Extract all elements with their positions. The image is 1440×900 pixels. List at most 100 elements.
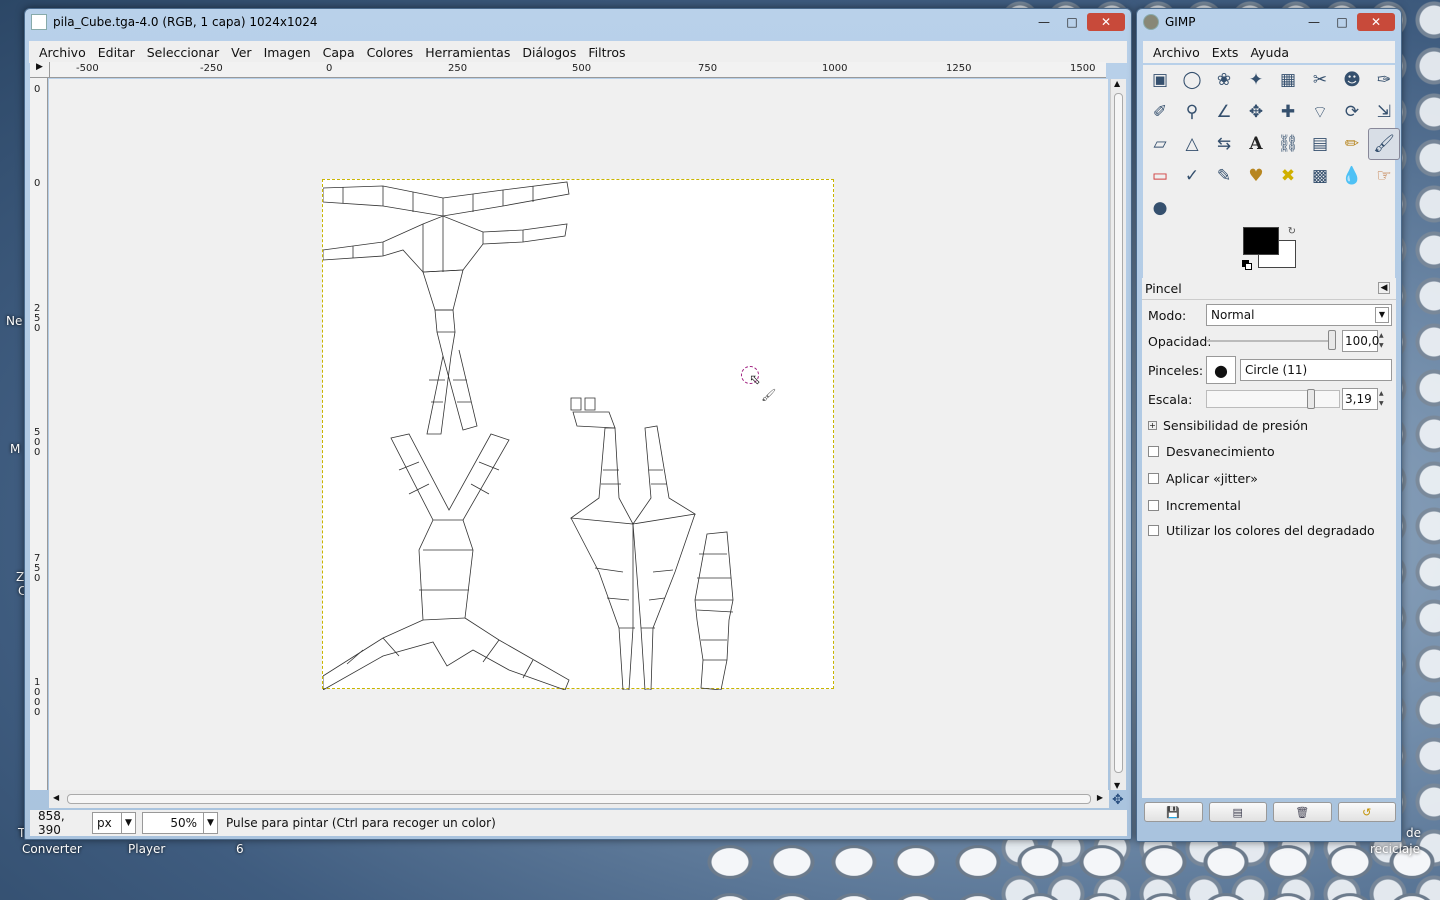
free-select-icon[interactable]: ❀ <box>1208 64 1240 96</box>
rect-select-icon[interactable]: ▣ <box>1144 64 1176 96</box>
mode-select[interactable]: Normal ▼ <box>1206 304 1392 326</box>
scissors-select-icon[interactable]: ✂ <box>1304 64 1336 96</box>
opacity-slider-knob[interactable] <box>1328 330 1336 350</box>
paths-icon[interactable]: ✑ <box>1368 64 1400 96</box>
toolbox-titlebar[interactable]: GIMP — □ ✕ <box>1137 9 1401 35</box>
align-icon[interactable]: ✚ <box>1272 96 1304 128</box>
desktop-icon-label[interactable]: Ne <box>6 314 22 328</box>
menu-filtros[interactable]: Filtros <box>588 45 625 60</box>
spin-icon[interactable]: ▲ ▼ <box>1379 389 1389 409</box>
desktop-recycle-label[interactable]: de <box>1406 826 1421 840</box>
blend-icon[interactable]: ▤ <box>1304 128 1336 160</box>
scroll-right-arrow-icon[interactable]: ▶ <box>1097 793 1103 802</box>
checkbox-icon[interactable] <box>1148 473 1159 484</box>
swap-colors-icon[interactable]: ↻ <box>1288 226 1296 237</box>
perspective-icon[interactable]: △ <box>1176 128 1208 160</box>
minimize-button[interactable]: — <box>1301 13 1327 31</box>
checkbox-icon[interactable] <box>1148 446 1159 457</box>
scale-icon[interactable]: ⇲ <box>1368 96 1400 128</box>
navigate-icon[interactable]: ✥ <box>1112 792 1124 808</box>
horizontal-scroll-thumb[interactable] <box>67 794 1091 804</box>
measure-icon[interactable]: ∠ <box>1208 96 1240 128</box>
scale-slider[interactable] <box>1206 389 1340 409</box>
scroll-up-arrow-icon[interactable]: ▲ <box>1114 79 1120 88</box>
rotate-icon[interactable]: ⟳ <box>1336 96 1368 128</box>
airbrush-icon[interactable]: ✓ <box>1176 160 1208 192</box>
color-select-icon[interactable]: ▦ <box>1272 64 1304 96</box>
scroll-down-arrow-icon[interactable]: ▼ <box>1114 781 1120 790</box>
menu-archivo[interactable]: Archivo <box>39 45 86 60</box>
vertical-scroll-thumb[interactable] <box>1114 93 1123 773</box>
vertical-scrollbar[interactable]: ▲ ▼ <box>1110 79 1126 790</box>
image-canvas[interactable]: ⬁ 🖌 <box>322 179 834 691</box>
maximize-button[interactable]: □ <box>1329 13 1355 31</box>
checkbox-icon[interactable] <box>1148 500 1159 511</box>
maximize-button[interactable]: □ <box>1059 13 1085 31</box>
unit-selector[interactable]: px ▼ <box>92 812 136 834</box>
menu-imagen[interactable]: Imagen <box>264 45 311 60</box>
scroll-left-arrow-icon[interactable]: ◀ <box>53 793 59 802</box>
menu-ayuda[interactable]: Ayuda <box>1250 45 1289 60</box>
menu-herramientas[interactable]: Herramientas <box>425 45 510 60</box>
close-button[interactable]: ✕ <box>1357 13 1395 31</box>
perspective-clone-icon[interactable]: ▩ <box>1304 160 1336 192</box>
menu-archivo[interactable]: Archivo <box>1153 45 1200 60</box>
pencil-icon[interactable]: ✏ <box>1336 128 1368 160</box>
image-window-titlebar[interactable]: pila_Cube.tga-4.0 (RGB, 1 capa) 1024x102… <box>25 9 1131 35</box>
dodge-burn-icon[interactable]: ● <box>1144 192 1176 224</box>
horizontal-ruler[interactable]: -500 -250 0 250 500 750 1000 1250 1500 <box>50 62 1106 78</box>
brush-name-field[interactable]: Circle (11) <box>1240 359 1392 381</box>
clone-icon[interactable]: ♥ <box>1240 160 1272 192</box>
reset-options-button[interactable]: ↺ <box>1337 802 1396 822</box>
eraser-icon[interactable]: ▭ <box>1144 160 1176 192</box>
save-options-button[interactable]: 💾 <box>1144 802 1203 822</box>
menu-exts[interactable]: Exts <box>1212 45 1239 60</box>
default-colors-icon[interactable] <box>1242 260 1252 270</box>
horizontal-scrollbar[interactable]: ◀ ▶ <box>49 790 1109 808</box>
checkbox-icon[interactable] <box>1148 525 1159 536</box>
vertical-ruler[interactable]: 0 0 250 500 750 1000 <box>30 78 48 790</box>
menu-seleccionar[interactable]: Seleccionar <box>147 45 219 60</box>
paintbrush-icon[interactable]: 🖌 <box>1368 128 1400 160</box>
close-button[interactable]: ✕ <box>1087 13 1125 31</box>
zoom-selector[interactable]: 50% ▼ <box>142 812 218 834</box>
desktop-recycle-label[interactable]: reciclaje <box>1370 842 1420 856</box>
checkbox-gradient-colors[interactable]: Utilizar los colores del degradado <box>1148 523 1375 538</box>
menu-dialogos[interactable]: Diálogos <box>522 45 576 60</box>
desktop-icon-label[interactable]: 6 <box>236 842 244 856</box>
checkbox-jitter[interactable]: Aplicar «jitter» <box>1148 471 1258 486</box>
blur-icon[interactable]: 💧 <box>1336 160 1368 192</box>
minimize-button[interactable]: — <box>1031 13 1057 31</box>
bucket-fill-icon[interactable]: ⛓ <box>1272 128 1304 160</box>
opacity-input[interactable]: 100,0 ▲ ▼ <box>1342 330 1384 352</box>
quick-mask-corner-button[interactable]: ▶ <box>30 62 50 78</box>
ink-icon[interactable]: ✎ <box>1208 160 1240 192</box>
fuzzy-select-icon[interactable]: ✦ <box>1240 64 1272 96</box>
color-picker-icon[interactable]: ✐ <box>1144 96 1176 128</box>
move-icon[interactable]: ✥ <box>1240 96 1272 128</box>
canvas-area[interactable]: ⬁ 🖌 <box>49 79 1108 790</box>
menu-capa[interactable]: Capa <box>323 45 355 60</box>
foreground-color-swatch[interactable] <box>1243 227 1279 255</box>
zoom-icon[interactable]: ⚲ <box>1176 96 1208 128</box>
desktop-icon-player[interactable]: Player <box>128 842 165 856</box>
shear-icon[interactable]: ▱ <box>1144 128 1176 160</box>
heal-icon[interactable]: ✖ <box>1272 160 1304 192</box>
desktop-icon-label[interactable]: Z <box>16 570 24 584</box>
desktop-icon-label[interactable]: M <box>10 442 20 456</box>
crop-icon[interactable]: ⌔ <box>1304 96 1336 128</box>
brush-preview-button[interactable]: ● <box>1206 356 1236 384</box>
text-icon[interactable]: A <box>1240 128 1272 160</box>
spin-icon[interactable]: ▲ ▼ <box>1379 331 1389 351</box>
menu-editar[interactable]: Editar <box>98 45 135 60</box>
expand-plus-icon[interactable]: + <box>1148 421 1157 430</box>
checkbox-incremental[interactable]: Incremental <box>1148 498 1241 513</box>
panel-menu-icon[interactable]: ◀ <box>1378 282 1390 294</box>
menu-ver[interactable]: Ver <box>231 45 251 60</box>
desktop-icon-converter[interactable]: Converter <box>22 842 82 856</box>
smudge-icon[interactable]: ☞ <box>1368 160 1400 192</box>
restore-options-button[interactable]: ▤ <box>1208 802 1267 822</box>
ellipse-select-icon[interactable]: ◯ <box>1176 64 1208 96</box>
checkbox-fade[interactable]: Desvanecimiento <box>1148 444 1275 459</box>
opacity-slider[interactable] <box>1206 330 1336 350</box>
